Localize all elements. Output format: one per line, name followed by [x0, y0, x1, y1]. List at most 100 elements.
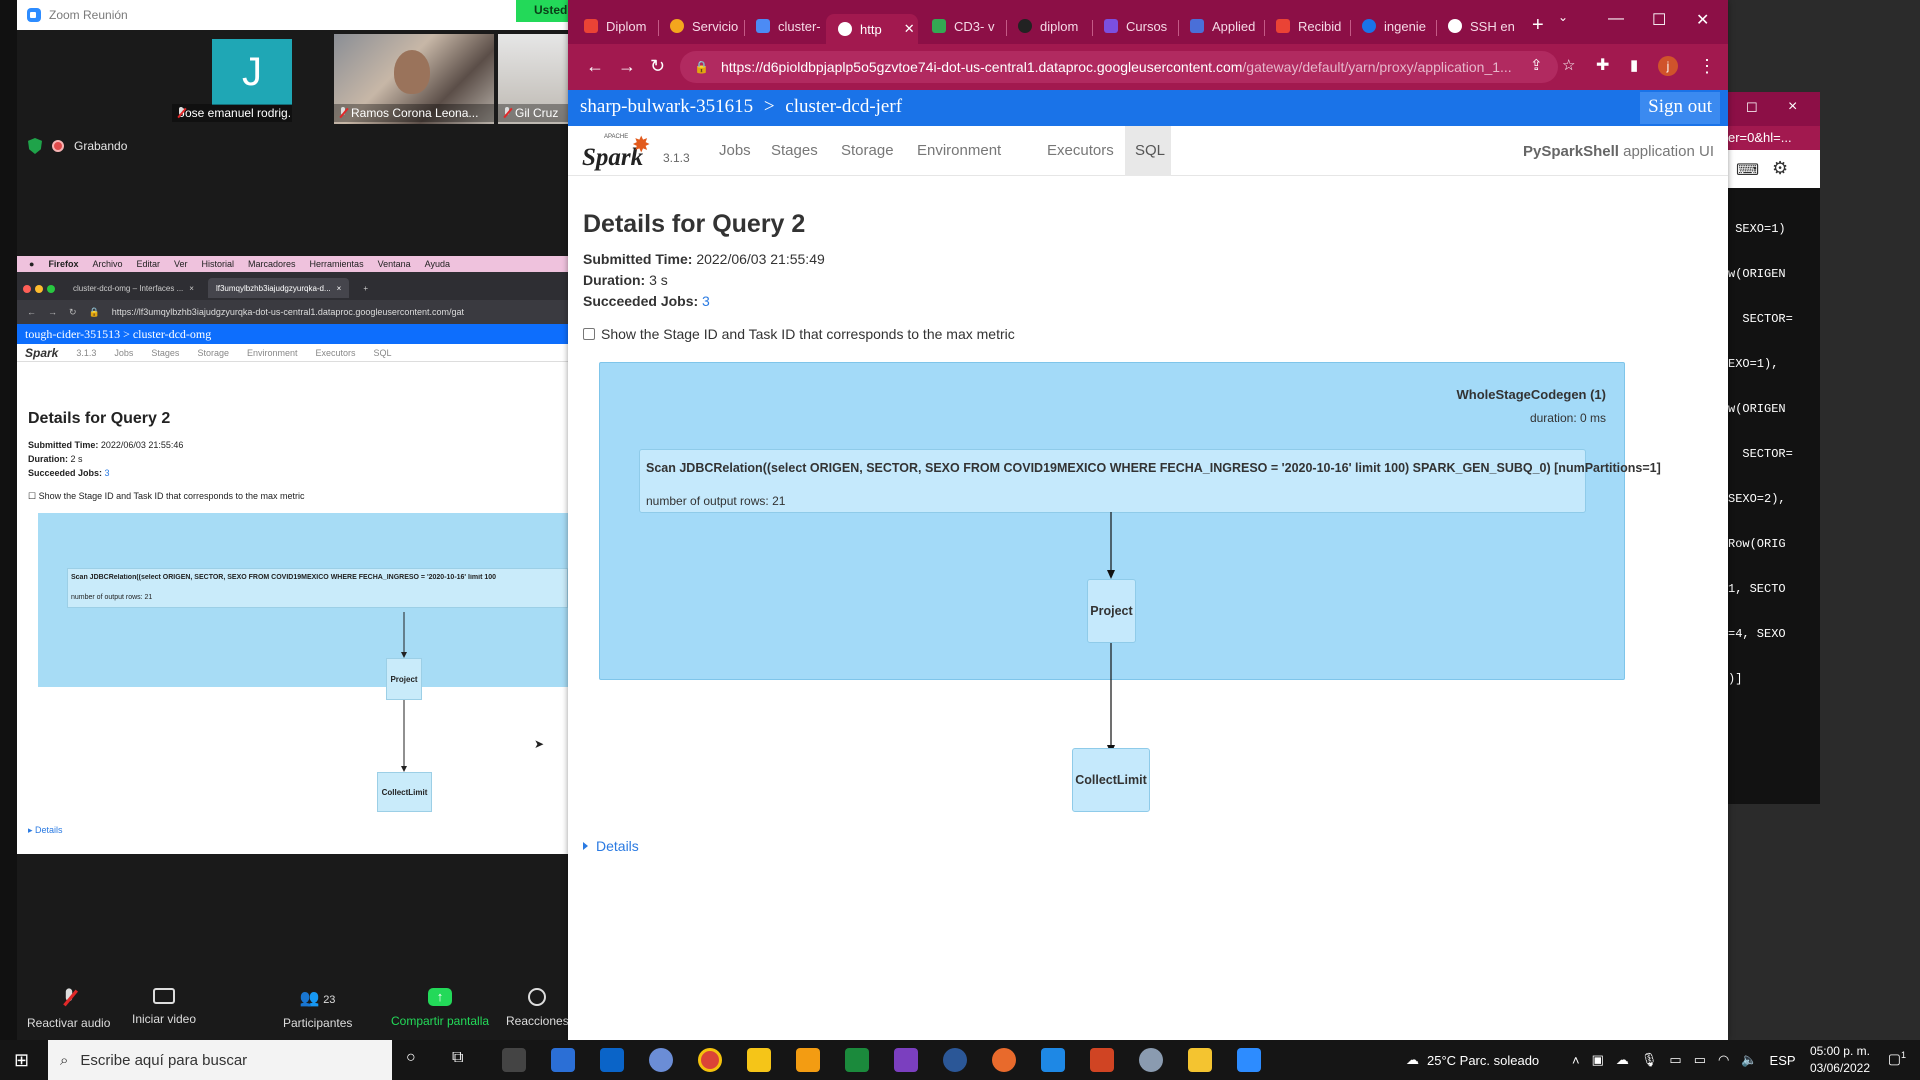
browser-tab[interactable]: Diplom: [572, 12, 654, 40]
gear-icon[interactable]: ⚙: [1772, 158, 1788, 179]
taskbar-search[interactable]: ⌕ Escribe aquí para buscar: [48, 1040, 392, 1080]
powerpoint-app-icon[interactable]: [1090, 1048, 1114, 1072]
postman-app-icon[interactable]: [992, 1048, 1016, 1072]
gmail-icon: [1276, 19, 1290, 33]
nav-storage[interactable]: Storage: [831, 126, 904, 176]
close-icon[interactable]: ✕: [1696, 10, 1709, 30]
word-app-icon[interactable]: [943, 1048, 967, 1072]
back-icon[interactable]: ←: [586, 56, 604, 76]
settings-app-icon[interactable]: [1139, 1048, 1163, 1072]
visual-studio-icon[interactable]: [894, 1048, 918, 1072]
chrome-app-icon[interactable]: [698, 1048, 722, 1072]
spark-star-icon: ✸: [632, 132, 651, 157]
weather-text: 25°C Parc. soleado: [1427, 1052, 1540, 1068]
wifi-icon[interactable]: ◠: [1718, 1052, 1729, 1068]
nav-stages[interactable]: Stages: [761, 126, 828, 176]
sidepanel-icon[interactable]: ▮: [1630, 56, 1638, 76]
vscode-app-icon[interactable]: [1041, 1048, 1065, 1072]
windows-start-icon[interactable]: ⊞: [14, 1050, 29, 1071]
display-icon[interactable]: ▭: [1669, 1052, 1681, 1068]
battery-icon[interactable]: ▭: [1694, 1052, 1706, 1068]
reactions-button[interactable]: Reacciones: [506, 988, 569, 1028]
browser-tab[interactable]: ingenie: [1350, 12, 1434, 40]
address-bar[interactable]: 🔒 https://d6pioldbpjaplp5o5gzvtoe74i-dot…: [680, 51, 1558, 83]
zoom-app-icon[interactable]: [1237, 1048, 1261, 1072]
unmute-button[interactable]: Reactivar audio: [27, 988, 110, 1030]
mail-app-icon[interactable]: [600, 1048, 624, 1072]
notifications-icon[interactable]: ▢1: [1888, 1050, 1906, 1068]
task-view-icon[interactable]: ⧉: [452, 1049, 463, 1067]
zoom-toolbar: Reactivar audio Iniciar video 👥 23 Parti…: [17, 978, 569, 1043]
sign-out-button[interactable]: Sign out: [1640, 92, 1720, 124]
url-path: /gateway/default/yarn/proxy/application_…: [1242, 59, 1512, 75]
zoom-window: Zoom Reunión Usted J Jose emanuel rodrig…: [0, 0, 569, 1043]
spark-logo[interactable]: APACHE Spark ✸: [582, 132, 652, 172]
app-icon[interactable]: [747, 1048, 771, 1072]
extensions-icon[interactable]: ✚: [1596, 56, 1609, 76]
app-name: PySparkShell application UI: [1523, 143, 1714, 160]
onedrive-icon[interactable]: ☁: [1616, 1052, 1629, 1068]
details-label: Details: [596, 838, 639, 854]
nav-executors[interactable]: Executors: [1037, 126, 1124, 176]
github-icon: [1018, 19, 1032, 33]
tab-strip: Diplom Servicio cluster- http ✕ CD3- v di…: [568, 0, 1728, 44]
language-indicator[interactable]: ESP: [1770, 1053, 1796, 1068]
browser-tab[interactable]: Applied: [1178, 12, 1262, 40]
clock-time: 05:00 p. m.: [1809, 1044, 1870, 1058]
sublime-app-icon[interactable]: [796, 1048, 820, 1072]
profile-avatar[interactable]: j: [1658, 56, 1678, 76]
forward-icon[interactable]: →: [618, 56, 636, 76]
cloud-icon: [670, 19, 684, 33]
reactions-icon: [528, 988, 547, 1006]
star-icon[interactable]: ☆: [1562, 56, 1575, 76]
chevron-up-icon[interactable]: ˄: [1572, 1053, 1580, 1068]
menu-icon[interactable]: ⋮: [1698, 56, 1716, 76]
tab-search-icon[interactable]: ⌄: [1558, 10, 1568, 24]
clock[interactable]: 05:00 p. m. 03/06/2022: [1810, 1043, 1870, 1077]
file-explorer-icon[interactable]: [1188, 1048, 1212, 1072]
browser-tab-active[interactable]: http ✕: [826, 14, 918, 44]
weather-widget[interactable]: ☁ 25°C Parc. soleado: [1406, 1040, 1539, 1080]
maximize-icon[interactable]: ☐: [1652, 10, 1666, 30]
maximize-icon[interactable]: ☐: [1746, 100, 1758, 116]
reload-icon[interactable]: ↻: [650, 56, 665, 76]
minimize-icon[interactable]: —: [1608, 10, 1624, 28]
share-icon[interactable]: ⇪: [1530, 56, 1543, 76]
paint-app-icon[interactable]: [551, 1048, 575, 1072]
browser-tab[interactable]: diplom: [1006, 12, 1090, 40]
mouse-cursor-icon: ➤: [534, 737, 545, 751]
cursos-icon: [1104, 19, 1118, 33]
background-tab[interactable]: er=0&hl=...: [1728, 126, 1820, 150]
details-toggle[interactable]: Details: [583, 838, 639, 854]
terminal-app-icon[interactable]: [502, 1048, 526, 1072]
share-screen-button[interactable]: ↑ Compartir pantalla: [391, 988, 489, 1028]
keyboard-icon[interactable]: ⌨: [1736, 160, 1759, 180]
participants-icon: 👥 23: [299, 990, 336, 1007]
search-icon: ⌕: [60, 1051, 69, 1069]
close-icon[interactable]: ×: [1788, 98, 1797, 116]
app-icon[interactable]: [845, 1048, 869, 1072]
breadcrumb-cluster[interactable]: cluster-dcd-jerf: [785, 96, 902, 117]
cortana-icon[interactable]: ○: [406, 1049, 416, 1067]
browser-tab[interactable]: Cursos: [1092, 12, 1176, 40]
breadcrumb-project[interactable]: sharp-bulwark-351615: [580, 96, 753, 117]
browser-tab[interactable]: cluster-: [744, 12, 826, 40]
meet-icon[interactable]: ▣: [1592, 1052, 1604, 1068]
browser-tab[interactable]: SSH en: [1436, 12, 1518, 40]
start-video-button[interactable]: Iniciar video: [132, 988, 196, 1026]
nav-sql[interactable]: SQL: [1125, 126, 1171, 176]
new-tab-button[interactable]: +: [1532, 14, 1544, 37]
close-tab-icon[interactable]: ✕: [904, 21, 915, 37]
browser-tab[interactable]: CD3- v: [920, 12, 1004, 40]
nav-environment[interactable]: Environment: [907, 126, 1011, 176]
r-app-icon[interactable]: [649, 1048, 673, 1072]
project-node[interactable]: Project: [1087, 579, 1136, 643]
volume-icon[interactable]: 🔈: [1741, 1052, 1757, 1068]
collectlimit-node[interactable]: CollectLimit: [1072, 748, 1150, 812]
mic-icon[interactable]: 🎙: [1641, 1052, 1658, 1068]
participants-button[interactable]: 👥 23 Participantes: [283, 988, 352, 1030]
browser-tab[interactable]: Recibid: [1264, 12, 1348, 40]
nav-jobs[interactable]: Jobs: [709, 126, 761, 176]
browser-tab[interactable]: Servicio: [658, 12, 740, 40]
windows-taskbar: ⊞ ⌕ Escribe aquí para buscar ○ ⧉ ☁ 25°C …: [0, 1040, 1920, 1080]
